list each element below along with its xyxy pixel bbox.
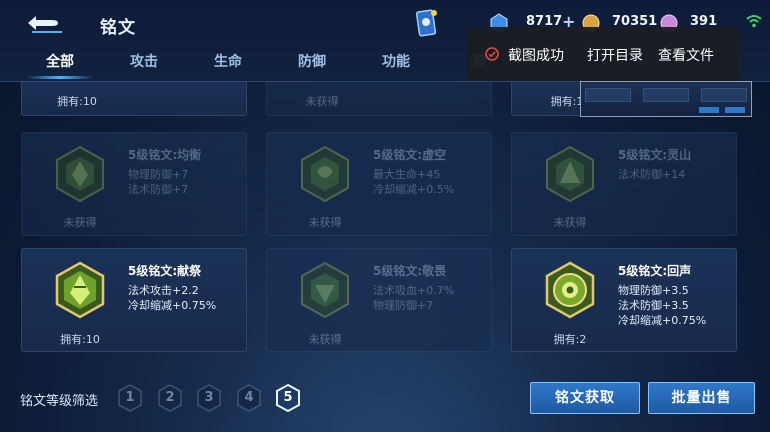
inscription-attr: 物理防御+3.5 [618, 284, 689, 297]
view-file-link[interactable]: 查看文件 [658, 45, 714, 65]
thumbnail-detail [585, 88, 631, 102]
tab-attack[interactable]: 攻击 [102, 52, 186, 82]
tab-defense[interactable]: 防御 [270, 52, 354, 82]
inscription-book-icon[interactable] [415, 8, 438, 38]
inscription-card[interactable]: 5级铭文:均衡 物理防御+7 法术防御+7 未获得 [21, 132, 247, 236]
inscription-attr: 物理防御+7 [128, 168, 189, 181]
owned-count: 未获得 [308, 333, 342, 346]
inscription-name: 5级铭文:均衡 [128, 148, 202, 162]
wifi-icon [746, 15, 762, 28]
tab-health[interactable]: 生命 [186, 52, 270, 82]
inscription-name: 5级铭文:灵山 [618, 148, 692, 162]
thumbnail-detail [725, 107, 745, 113]
back-arrow-icon [28, 16, 62, 33]
thumbnail-detail [699, 107, 719, 113]
inscription-name: 5级铭文:献祭 [128, 264, 202, 278]
acquire-inscription-button[interactable]: 铭文获取 [530, 382, 640, 414]
page-title: 铭文 [100, 18, 136, 38]
inscription-card[interactable]: 5级铭文:敬畏 法术吸血+0.7% 物理防御+7 未获得 [266, 248, 492, 352]
tab-all[interactable]: 全部 [18, 52, 102, 82]
level-filter-label: 铭文等级筛选 [20, 394, 99, 409]
thumbnail-detail [643, 88, 689, 102]
inscription-card[interactable]: 拥有:10 [21, 82, 247, 116]
inscription-attr: 冷却缩减+0.75% [618, 314, 707, 327]
green-inscription-gem-icon [55, 261, 105, 319]
inscription-attr: 法术防御+7 [128, 183, 189, 196]
thumbnail-detail [701, 88, 747, 102]
level-filter-1[interactable]: 1 [117, 384, 143, 412]
open-directory-link[interactable]: 打开目录 [587, 45, 643, 65]
screenshot-toast: 截图成功 打开目录 查看文件 [467, 27, 739, 81]
owned-count: 拥有:2 [553, 333, 587, 346]
category-tabs: 全部 攻击 生命 防御 功能 吸 [18, 52, 522, 82]
inscription-card[interactable]: 未获得 [266, 82, 492, 116]
inscription-grid: 拥有:10 未获得 拥有:1 5级铭文:均衡 物理防御+7 法术防御+7 未获得… [0, 82, 770, 362]
inscription-card[interactable]: 5级铭文:献祭 法术攻击+2.2 冷却缩减+0.75% 拥有:10 [21, 248, 247, 352]
green-inscription-gem-icon [301, 145, 349, 203]
owned-count: 未获得 [305, 95, 339, 108]
screenshot-thumbnail[interactable] [580, 81, 752, 117]
inscription-attr: 最大生命+45 [373, 168, 441, 181]
bulk-sell-button[interactable]: 批量出售 [648, 382, 755, 414]
owned-count: 未获得 [308, 216, 342, 229]
inscription-name: 5级铭文:虚空 [373, 148, 447, 162]
inscription-attr: 冷却缩减+0.75% [128, 299, 217, 312]
level-filter-2[interactable]: 2 [157, 384, 183, 412]
toast-message: 截图成功 [508, 48, 564, 64]
green-inscription-gem-icon [56, 145, 104, 203]
inscription-attr: 物理防御+7 [373, 299, 434, 312]
back-button[interactable] [22, 10, 66, 36]
owned-count: 拥有:10 [57, 95, 97, 108]
check-circle-icon [485, 47, 499, 61]
inscription-name: 5级铭文:回声 [618, 264, 692, 278]
level-filter-4[interactable]: 4 [236, 384, 262, 412]
green-inscription-gem-icon [545, 261, 595, 319]
level-filter-5[interactable]: 5 [275, 384, 301, 412]
inscription-attr: 法术攻击+2.2 [128, 284, 199, 297]
owned-count: 未获得 [63, 216, 97, 229]
owned-count: 拥有:10 [60, 333, 100, 346]
inscription-card[interactable]: 5级铭文:虚空 最大生命+45 冷却缩减+0.5% 未获得 [266, 132, 492, 236]
tab-utility[interactable]: 功能 [354, 52, 438, 82]
inscription-card[interactable]: 5级铭文:回声 物理防御+3.5 法术防御+3.5 冷却缩减+0.75% 拥有:… [511, 248, 737, 352]
inscription-attr: 法术防御+14 [618, 168, 686, 181]
level-filter-3[interactable]: 3 [196, 384, 222, 412]
green-inscription-gem-icon [301, 261, 349, 319]
owned-count: 未获得 [553, 216, 587, 229]
inscription-card[interactable]: 5级铭文:灵山 法术防御+14 未获得 [511, 132, 737, 236]
bottom-bar: 铭文等级筛选 1 2 3 4 5 铭文获取 批量出售 [0, 362, 770, 432]
inscription-attr: 冷却缩减+0.5% [373, 183, 455, 196]
green-inscription-gem-icon [546, 145, 594, 203]
inscription-attr: 法术防御+3.5 [618, 299, 689, 312]
inscription-name: 5级铭文:敬畏 [373, 264, 447, 278]
inscription-attr: 法术吸血+0.7% [373, 284, 455, 297]
